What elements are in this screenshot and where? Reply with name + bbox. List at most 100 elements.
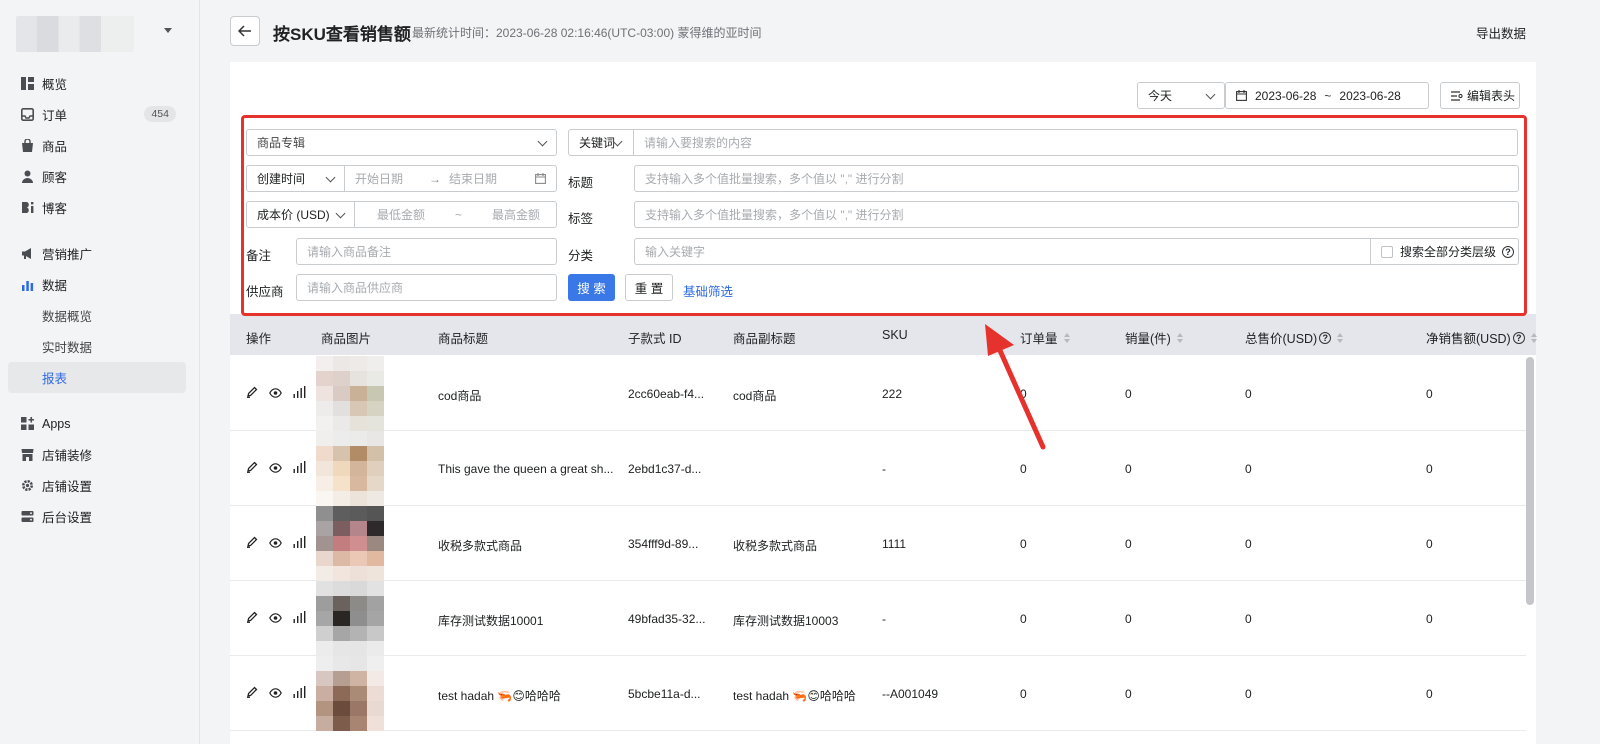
sidebar-item-reports[interactable]: 报表 [8, 362, 186, 393]
sidebar-item-storefront[interactable]: 店铺装修 [8, 439, 186, 470]
keyword-type-select[interactable]: 关键词 [568, 129, 634, 156]
supplier-filter-input[interactable]: 请输入商品供应商 [296, 274, 557, 301]
edit-icon[interactable] [246, 611, 258, 626]
note-filter-placeholder: 请输入商品备注 [307, 245, 392, 259]
cell-sku: --A001049 [882, 687, 939, 701]
sidebar-item-marketing[interactable]: 营销推广 [8, 238, 186, 269]
sidebar-item-label: Apps [42, 416, 71, 431]
date-range-input[interactable]: 开始日期 → 结束日期 [344, 165, 557, 192]
column-label: 商品标题 [438, 332, 489, 346]
store-switcher[interactable] [16, 16, 186, 52]
sidebar-item-products[interactable]: 商品 [8, 130, 186, 161]
price-type-value: 成本价 (USD) [257, 208, 330, 222]
view-icon[interactable] [269, 687, 282, 701]
category-filter-input[interactable]: 输入关键字 [634, 238, 1371, 265]
basic-filter-link[interactable]: 基础筛选 [683, 281, 733, 300]
chart-icon[interactable] [293, 536, 306, 551]
col-sales[interactable]: 销量(件) [1125, 328, 1184, 347]
tag-filter-input[interactable]: 支持输入多个值批量搜索，多个值以 "," 进行分割 [634, 201, 1519, 228]
sidebar-item-label: 商品 [42, 140, 68, 154]
edit-icon[interactable] [246, 536, 258, 551]
edit-icon[interactable] [246, 386, 258, 401]
sidebar-item-store-settings[interactable]: 店铺设置 [8, 470, 186, 501]
col-net-sales[interactable]: 净销售额(USD)? [1426, 328, 1538, 347]
search-button[interactable]: 搜 索 [568, 274, 615, 301]
edit-icon[interactable] [246, 461, 258, 476]
cell-variant-id: 2cc60eab-f4... [628, 387, 705, 401]
sidebar-item-orders[interactable]: 订单 454 [8, 99, 186, 130]
orders-count-badge: 454 [144, 106, 176, 122]
title-filter-input[interactable]: 支持输入多个值批量搜索，多个值以 "," 进行分割 [634, 165, 1519, 192]
sidebar-item-customers[interactable]: 顾客 [8, 161, 186, 192]
keyword-type-value: 关键词 [579, 136, 616, 150]
view-icon[interactable] [269, 612, 282, 626]
chart-icon[interactable] [293, 461, 306, 476]
edit-columns-button[interactable]: 编辑表头 [1440, 82, 1520, 109]
view-icon[interactable] [269, 537, 282, 551]
sort-icon[interactable] [1337, 332, 1344, 343]
chart-icon[interactable] [293, 386, 306, 401]
column-label: 净销售额(USD) [1426, 332, 1511, 346]
cell-subtitle: cod商品 [733, 389, 777, 403]
export-button[interactable]: 导出数据 [1476, 23, 1526, 42]
col-actions: 操作 [246, 328, 271, 347]
sidebar-item-data-overview[interactable]: 数据概览 [8, 300, 186, 331]
column-label: 商品图片 [321, 332, 372, 346]
edit-icon[interactable] [246, 686, 258, 701]
date-preset-select[interactable]: 今天 [1137, 82, 1225, 109]
sidebar-item-apps[interactable]: Apps [8, 408, 186, 439]
supplier-filter-label: 供应商 [246, 285, 284, 299]
cell-net: 0 [1426, 462, 1433, 476]
row-actions [246, 386, 306, 401]
sidebar-item-label: 店铺装修 [42, 449, 93, 463]
col-total-price[interactable]: 总售价(USD)? [1245, 328, 1344, 347]
chart-icon[interactable] [293, 686, 306, 701]
sidebar-item-blog[interactable]: 博客 [8, 192, 186, 223]
analytics-icon [20, 278, 34, 292]
marketing-icon [20, 247, 34, 261]
sidebar-item-admin-settings[interactable]: 后台设置 [8, 501, 186, 532]
date-range-picker[interactable]: 2023-06-28 ~ 2023-06-28 [1225, 82, 1429, 109]
sidebar-item-label: 报表 [42, 372, 68, 386]
calendar-icon [535, 173, 546, 184]
date-preset-value: 今天 [1148, 89, 1173, 103]
table-scrollbar[interactable] [1526, 357, 1534, 605]
col-orders[interactable]: 订单量 [1020, 328, 1071, 347]
help-icon[interactable]: ? [1319, 331, 1332, 344]
cell-subtitle: test hadah 🦐😊哈哈哈 [733, 689, 856, 703]
collection-select[interactable]: 商品专辑 [246, 129, 557, 156]
reset-button[interactable]: 重 置 [625, 274, 673, 301]
column-label: 总售价(USD) [1245, 332, 1318, 346]
blog-icon [20, 201, 34, 215]
time-type-select[interactable]: 创建时间 [246, 165, 345, 192]
table-row: 库存测试数据10001 49bfad35-32... 库存测试数据10003 - 0 0 0… [230, 581, 1526, 656]
sidebar-item-realtime[interactable]: 实时数据 [8, 331, 186, 362]
view-icon[interactable] [269, 462, 282, 476]
checkbox-box[interactable] [1381, 245, 1393, 258]
price-range-input[interactable]: 最低金额 ~ 最高金额 [354, 201, 557, 228]
note-filter-input[interactable]: 请输入商品备注 [296, 238, 557, 265]
product-thumbnail [316, 506, 392, 581]
range-separator: ~ [455, 207, 463, 222]
end-date-placeholder: 结束日期 [449, 172, 498, 186]
sort-icon[interactable] [1176, 332, 1184, 343]
chart-icon[interactable] [293, 611, 306, 626]
date-separator: ~ [1324, 88, 1332, 103]
overview-icon [20, 77, 34, 91]
price-type-select[interactable]: 成本价 (USD) [246, 201, 355, 228]
sort-icon[interactable] [1530, 332, 1538, 343]
sort-icon[interactable] [1063, 332, 1071, 343]
keyword-search-input[interactable]: 请输入要搜索的内容 [633, 129, 1518, 156]
back-button[interactable] [230, 16, 260, 46]
orders-icon [20, 108, 34, 122]
search-all-levels-checkbox[interactable]: 搜索全部分类层级 ? [1370, 238, 1519, 265]
help-icon[interactable]: ? [1512, 331, 1525, 344]
cell-total: 0 [1245, 537, 1252, 551]
view-icon[interactable] [269, 387, 282, 401]
sidebar-item-overview[interactable]: 概览 [8, 68, 186, 99]
product-thumbnail [316, 581, 392, 656]
sidebar: 概览 订单 454 商品 顾客 博客 营销推广 数据 数据概览 实时数据 报表 … [0, 0, 200, 744]
sidebar-item-analytics[interactable]: 数据 [8, 269, 186, 300]
table-row: cod商品 2cc60eab-f4... cod商品 222 0 0 0 0 [230, 356, 1526, 431]
help-icon[interactable]: ? [1502, 245, 1515, 258]
